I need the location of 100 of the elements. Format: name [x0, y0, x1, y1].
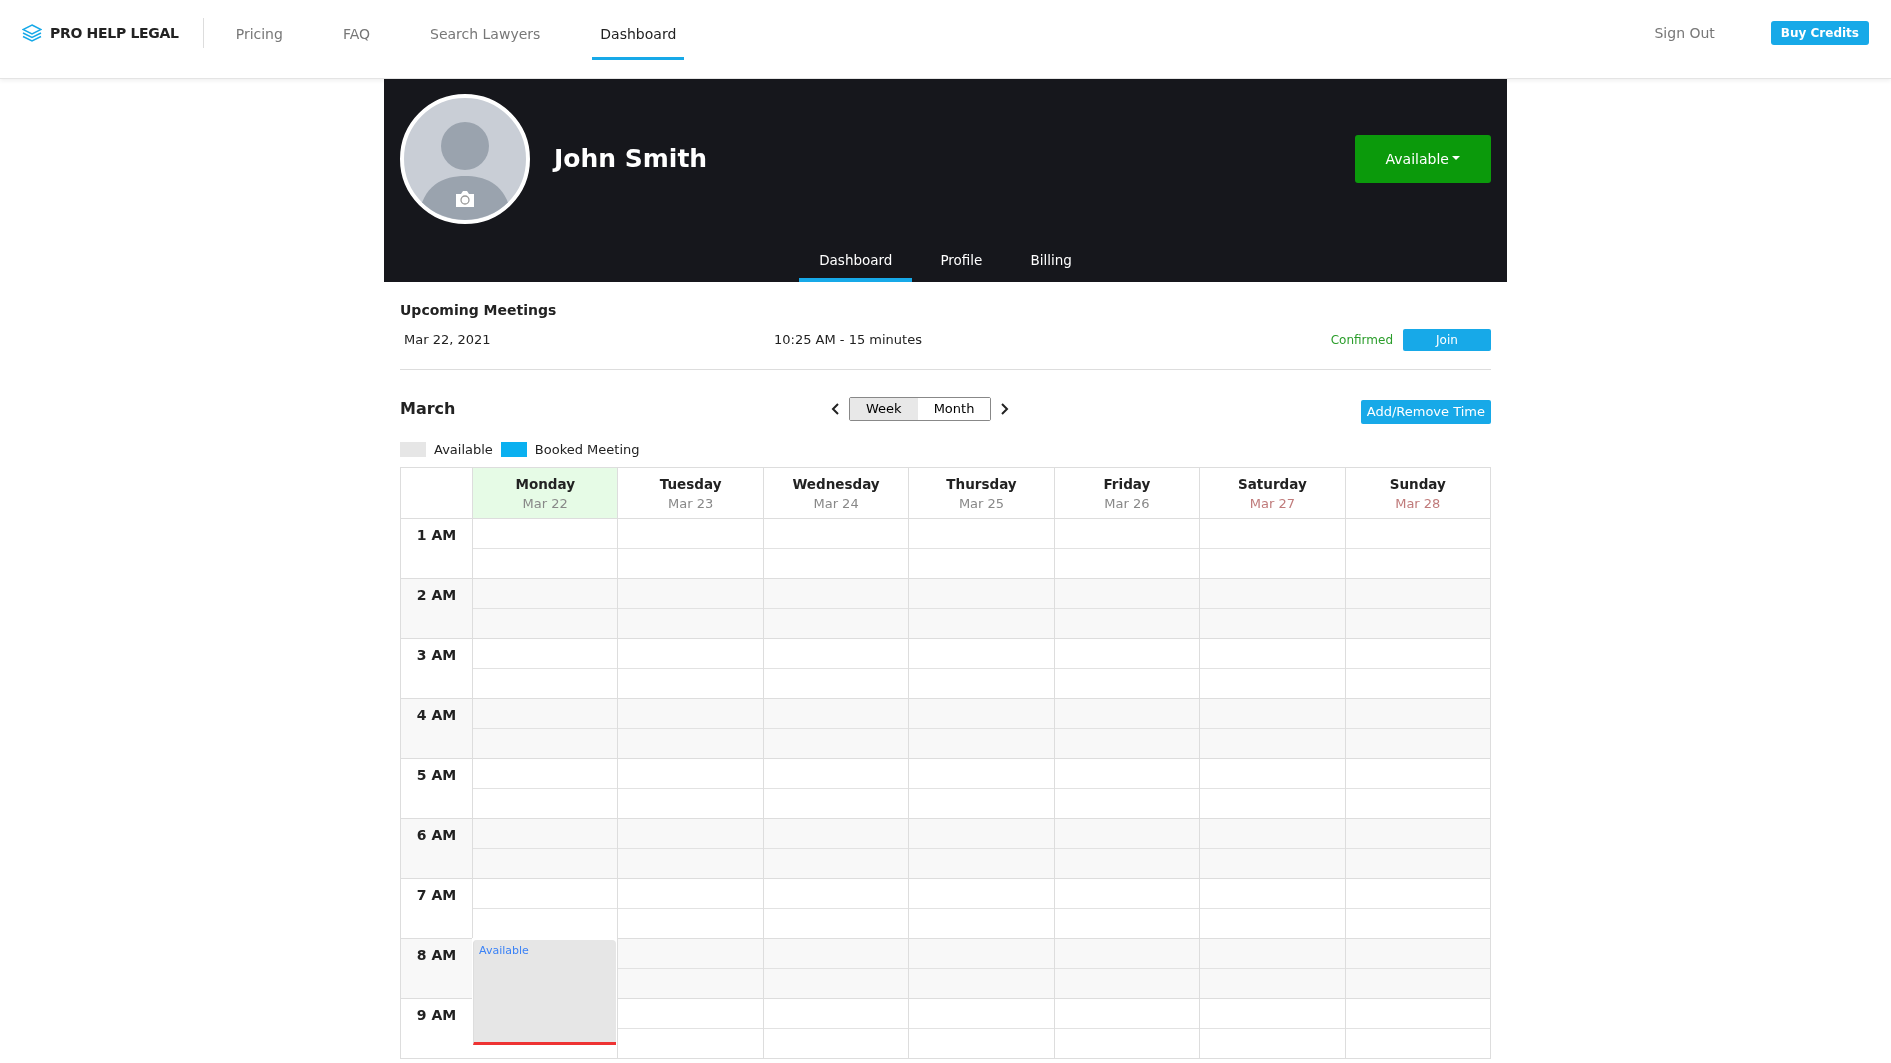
calendar-slot[interactable]: [472, 757, 618, 818]
calendar-slot[interactable]: [1199, 577, 1345, 638]
add-remove-time-button[interactable]: Add/Remove Time: [1360, 400, 1491, 424]
calendar-slot[interactable]: [1199, 997, 1345, 1058]
sign-out-link[interactable]: Sign Out: [1654, 22, 1715, 44]
nav-link[interactable]: Dashboard: [592, 6, 685, 60]
day-name: Sunday: [1388, 475, 1447, 494]
calendar-slot[interactable]: [762, 517, 909, 578]
calendar-slot[interactable]: [762, 997, 909, 1058]
meeting-date: Mar 22, 2021: [404, 331, 492, 350]
calendar-slot[interactable]: [762, 877, 909, 938]
camera-icon[interactable]: [454, 190, 476, 208]
calendar-slot[interactable]: [1053, 757, 1200, 818]
calendar-slot[interactable]: [617, 697, 763, 758]
meeting-time: 10:25 AM - 15 minutes: [774, 331, 922, 350]
calendar-slot[interactable]: [472, 517, 618, 578]
calendar-slot[interactable]: [1199, 757, 1345, 818]
calendar-slot[interactable]: [617, 817, 763, 878]
legend-label: Booked Meeting: [534, 440, 640, 459]
calendar-slot[interactable]: [1344, 697, 1490, 758]
calendar-slot[interactable]: [1053, 877, 1200, 938]
profile-tab[interactable]: Dashboard: [799, 243, 913, 282]
calendar-slot[interactable]: [1199, 517, 1345, 578]
calendar-slot[interactable]: [908, 757, 1054, 818]
day-name: Tuesday: [658, 475, 723, 494]
hour-label: 1 AM: [401, 517, 472, 578]
calendar-slot[interactable]: [762, 577, 909, 638]
calendar-slot[interactable]: [1053, 517, 1200, 578]
day-name: Monday: [514, 475, 576, 494]
legend-label: Available: [434, 440, 493, 459]
join-button[interactable]: Join: [1403, 329, 1491, 351]
hour-label: 2 AM: [401, 577, 472, 638]
day-date: Mar 22: [521, 495, 569, 514]
calendar-slot[interactable]: [762, 757, 909, 818]
calendar-slot[interactable]: [1344, 757, 1490, 818]
day-name: Wednesday: [791, 475, 881, 494]
calendar-slot[interactable]: [1344, 937, 1490, 998]
calendar-slot[interactable]: [908, 577, 1054, 638]
calendar-slot[interactable]: [908, 817, 1054, 878]
calendar-slot[interactable]: [908, 517, 1054, 578]
calendar-slot[interactable]: [1053, 697, 1200, 758]
calendar-slot[interactable]: [617, 937, 763, 998]
profile-name: John Smith: [554, 143, 708, 176]
hour-label: 5 AM: [401, 757, 472, 818]
day-date: Mar 25: [957, 495, 1006, 514]
calendar-slot[interactable]: [472, 697, 618, 758]
calendar-slot[interactable]: [617, 997, 763, 1058]
calendar-slot[interactable]: [1053, 637, 1200, 698]
calendar-slot[interactable]: [1344, 877, 1490, 938]
hour-label: 4 AM: [401, 697, 472, 758]
hour-label: 7 AM: [401, 877, 472, 938]
view-toggle[interactable]: Week: [850, 398, 918, 420]
hour-label: 3 AM: [401, 637, 472, 698]
next-icon[interactable]: [999, 401, 1010, 416]
calendar-slot[interactable]: [1199, 697, 1345, 758]
calendar-slot[interactable]: [762, 697, 909, 758]
calendar-slot[interactable]: [762, 937, 909, 998]
availability-dropdown[interactable]: Available: [1355, 135, 1491, 183]
calendar-slot[interactable]: [1344, 637, 1490, 698]
hour-label: 6 AM: [401, 817, 472, 878]
calendar-slot[interactable]: [908, 697, 1054, 758]
calendar-slot[interactable]: [1344, 577, 1490, 638]
calendar-slot[interactable]: [617, 757, 763, 818]
calendar-slot[interactable]: [1053, 997, 1200, 1058]
calendar-slot[interactable]: [762, 637, 909, 698]
calendar-slot[interactable]: [617, 517, 763, 578]
calendar-slot[interactable]: [908, 637, 1054, 698]
calendar-slot[interactable]: [908, 937, 1054, 998]
calendar-slot[interactable]: [1344, 817, 1490, 878]
calendar-slot[interactable]: [472, 577, 618, 638]
calendar-slot[interactable]: [472, 877, 618, 938]
calendar-slot[interactable]: [1199, 877, 1345, 938]
hour-label: 9 AM: [401, 997, 472, 1058]
calendar-slot[interactable]: [1344, 997, 1490, 1058]
profile-tab[interactable]: Billing: [1010, 243, 1092, 282]
calendar-slot[interactable]: [617, 877, 763, 938]
calendar-slot[interactable]: [1053, 937, 1200, 998]
day-name: Friday: [1102, 475, 1152, 494]
calendar-slot[interactable]: [908, 997, 1054, 1058]
hour-label: 8 AM: [401, 937, 472, 998]
buy-credits-button[interactable]: Buy Credits: [1770, 21, 1869, 45]
calendar-slot[interactable]: [472, 817, 618, 878]
calendar-slot[interactable]: [1053, 817, 1200, 878]
calendar-slot[interactable]: [1199, 937, 1345, 998]
nav-link[interactable]: Search Lawyers: [422, 6, 549, 60]
calendar-slot[interactable]: [1199, 817, 1345, 878]
previous-icon[interactable]: [831, 401, 841, 416]
calendar-slot[interactable]: [1344, 517, 1490, 578]
calendar-slot[interactable]: [1199, 637, 1345, 698]
calendar-slot[interactable]: [472, 637, 618, 698]
calendar-slot[interactable]: [617, 577, 763, 638]
calendar-slot[interactable]: [908, 877, 1054, 938]
nav-link[interactable]: FAQ: [334, 6, 378, 60]
calendar-slot[interactable]: [1053, 577, 1200, 638]
day-date: Mar 28: [1394, 495, 1442, 514]
calendar-slot[interactable]: [762, 817, 909, 878]
nav-link[interactable]: Pricing: [227, 6, 291, 60]
availability-block[interactable]: Available: [473, 939, 617, 1045]
calendar-slot[interactable]: [617, 637, 763, 698]
profile-tab[interactable]: Profile: [920, 243, 1003, 282]
